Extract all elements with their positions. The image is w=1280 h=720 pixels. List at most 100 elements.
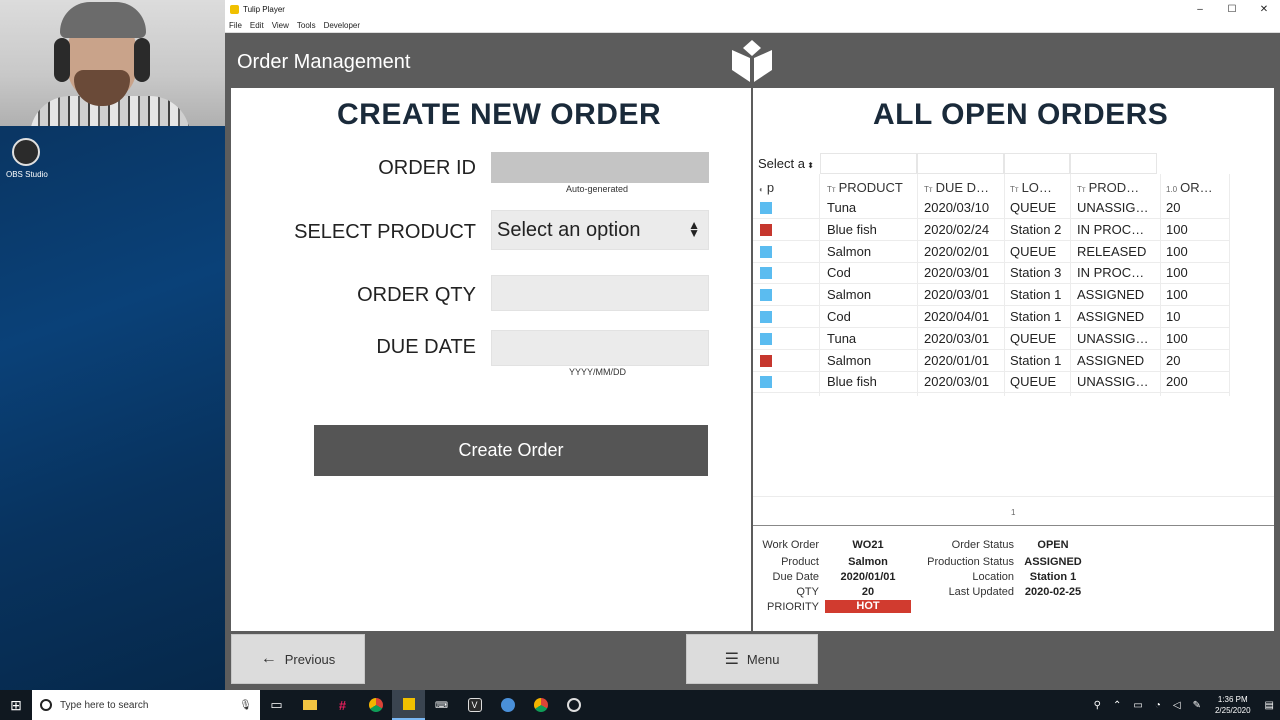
product-value: Salmon [848,556,888,568]
cell-production-status: IN PROC… [1077,221,1145,237]
tulip-player-window: Tulip Player – ☐ ✕ File Edit View Tools … [225,0,1280,690]
menu-label: Menu [746,651,780,667]
table-row[interactable]: Salmon 2020/02/01 QUEUE RELEASED 100 [753,241,1230,263]
obs-desktop-shortcut[interactable]: OBS Studio [6,138,48,179]
wifi-icon[interactable]: ◔ [1155,700,1161,711]
order-id-label: ORDER ID [378,157,476,179]
filter-production-status[interactable] [1070,153,1157,174]
slack-icon[interactable]: # [326,690,359,720]
cell-production-status: UNASSIG… [1077,374,1149,390]
notification-icon[interactable]: ▤ [1265,700,1274,711]
taskbar-clock[interactable]: 1:36 PM 2/25/2020 [1215,694,1251,716]
last-updated-label: Last Updated [948,586,1014,598]
column-header-priority[interactable]: ◐ p [759,180,814,195]
due-date-label: DUE DATE [376,336,476,358]
cell-due-date: 2020/03/01 [924,265,990,281]
tulip-taskbar-icon[interactable] [392,690,425,720]
cell-due-date: 2020/02/24 [924,221,990,237]
close-button[interactable]: ✕ [1248,4,1280,15]
table-row[interactable]: Cod 2020/03/01 Station 3 IN PROC… 100 [753,262,1230,285]
column-header-location[interactable]: Tт LO… [1010,180,1070,195]
start-button[interactable]: ⊞ [0,690,32,720]
cell-product: Tuna [827,200,857,215]
cell-due-date: 2020/03/01 [924,374,990,390]
table-row[interactable]: Tuna 2020/03/01 QUEUE UNASSIG… 100 [753,328,1230,350]
column-header-product[interactable]: Tт PRODUCT [827,180,917,195]
product-select[interactable]: Select an option ▲ ▼ [491,210,709,250]
cell-order-qty: 100 [1166,243,1188,259]
people-icon[interactable]: ⚲ [1094,700,1101,711]
order-status-label: Order Status [951,539,1014,551]
location-label: Location [972,571,1014,583]
filter-product[interactable] [820,153,917,174]
work-order-value: WO21 [852,539,884,551]
table-row[interactable]: Blue fish 2020/03/01 QUEUE UNASSIG… 200 [753,371,1230,394]
detail-divider [753,525,1274,526]
cell-location: Station 1 [1010,352,1062,368]
chrome-icon[interactable] [359,690,392,720]
app-circle-icon[interactable] [491,690,524,720]
table-row[interactable]: Salmon 2020/03/01 Station 1 ASSIGNED 100 [753,284,1230,307]
due-date-input[interactable] [491,330,709,366]
menu-bar: File Edit View Tools Developer [225,19,1280,33]
minimize-button[interactable]: – [1184,4,1216,15]
create-order-button[interactable]: Create Order [314,425,708,476]
battery-icon[interactable]: ▭ [1133,700,1142,711]
cell-order-qty: 100 [1166,265,1188,281]
menu-developer[interactable]: Developer [324,21,360,30]
chrome-profile-icon[interactable] [524,690,557,720]
filter-select[interactable]: Select a ⬍ [753,153,819,174]
cell-location: Station 1 [1010,287,1062,303]
priority-color-swatch [760,376,772,389]
clock-date: 2/25/2020 [1214,706,1251,715]
cell-order-qty: 20 [1166,352,1181,368]
filter-due-date[interactable] [917,153,1004,174]
order-id-hint: Auto-generated [566,184,629,194]
table-row[interactable]: Tuna 2020/03/10 QUEUE UNASSIG… 20 [753,197,1230,219]
app-v-icon[interactable]: V [458,690,491,720]
chevron-up-icon[interactable]: ⌃ [1113,700,1121,711]
taskbar-search-box[interactable]: Type here to search 🎙 [32,690,260,720]
order-qty-label: ORDER QTY [357,284,476,306]
cell-order-qty: 100 [1166,221,1188,237]
task-view-icon[interactable]: ▭ [260,690,293,720]
filter-location[interactable] [1004,153,1070,174]
filter-row: Select a ⬍ [753,152,1230,176]
cell-location: QUEUE [1010,243,1057,259]
terminal-icon[interactable]: ⌨ [425,690,458,720]
cell-production-status: ASSIGNED [1077,352,1145,368]
menu-tools[interactable]: Tools [297,21,316,30]
cell-product: Cod [827,309,851,324]
page-number[interactable]: 1 [1011,508,1015,517]
taskbar-search-placeholder: Type here to search [60,699,149,711]
priority-color-swatch [760,289,772,302]
table-row[interactable]: Cod 2020/04/01 Station 1 ASSIGNED 10 [753,306,1230,328]
arrow-left-icon: ← [260,650,277,667]
menu-file[interactable]: File [229,21,242,30]
window-title: Tulip Player [243,5,285,14]
column-header-order-qty[interactable]: 1.0 OR… [1166,180,1228,195]
menu-view[interactable]: View [272,21,289,30]
pen-icon[interactable]: ✎ [1193,700,1201,711]
cell-due-date: 2020/04/01 [924,309,990,324]
tulip-logo-icon [230,5,239,14]
cell-due-date: 2020/01/01 [924,352,990,368]
obs-taskbar-icon[interactable] [557,690,590,720]
cell-product: Blue fish [827,374,877,390]
location-value: Station 1 [1029,571,1077,583]
column-header-production-status[interactable]: Tт PROD… [1077,180,1159,195]
due-date-hint: YYYY/MM/DD [569,367,627,377]
maximize-button[interactable]: ☐ [1216,4,1248,15]
menu-edit[interactable]: Edit [250,21,264,30]
select-product-label: SELECT PRODUCT [294,221,476,243]
file-explorer-icon[interactable] [293,690,326,720]
menu-button[interactable]: ☰ Menu [686,634,818,684]
table-row[interactable]: Salmon 2020/01/01 Station 1 ASSIGNED 20 [753,350,1230,372]
previous-button[interactable]: ← Previous [231,634,365,684]
order-qty-input[interactable] [491,275,709,311]
column-header-due-date[interactable]: Tт DUE D… [924,180,1004,195]
previous-label: Previous [284,651,336,667]
system-tray: ⚲ ⌃ ▭ ◔ ◁ ✎ 1:36 PM 2/25/2020 ▤ [1088,690,1280,720]
table-row[interactable]: Blue fish 2020/02/24 Station 2 IN PROC… 100 [753,219,1230,241]
volume-icon[interactable]: ◁ [1173,700,1181,711]
